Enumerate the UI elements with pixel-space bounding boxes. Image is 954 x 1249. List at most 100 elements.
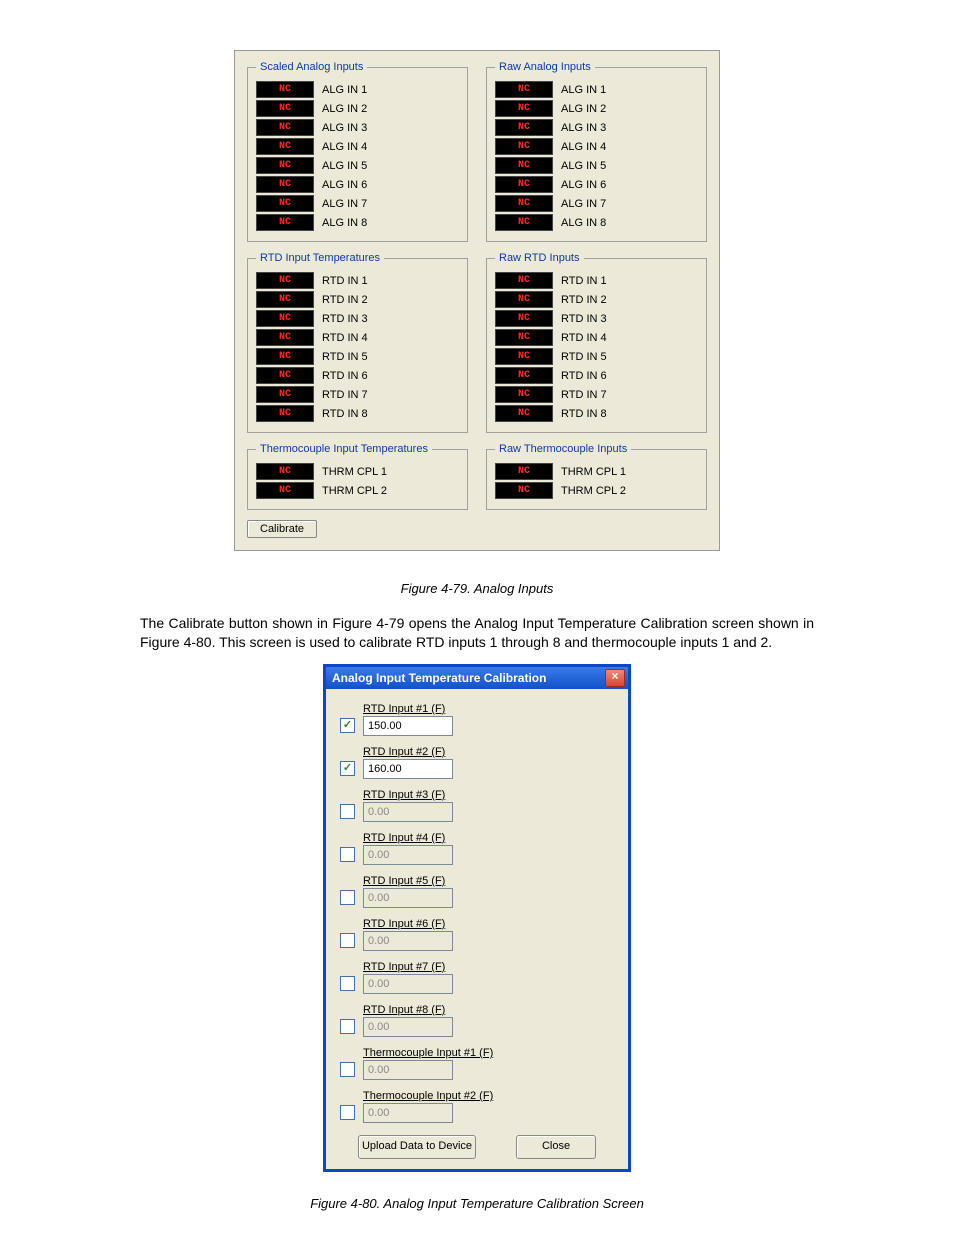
enable-checkbox[interactable] [340, 1062, 355, 1077]
field-row: RTD Input #1 (F)150.00 [340, 703, 614, 736]
enable-checkbox[interactable] [340, 1019, 355, 1034]
dialog-titlebar[interactable]: Analog Input Temperature Calibration × [326, 667, 628, 689]
readout-row: NC RTD IN 7 [256, 386, 459, 403]
readout-row: NCALG IN 5 [495, 157, 698, 174]
group-legend: Raw RTD Inputs [495, 252, 584, 264]
group-box: Thermocouple Input Temperatures NC THRM CP… [247, 443, 468, 510]
readout-label: ALG IN 5 [322, 160, 367, 172]
readout-row: NCRTD IN 1 [495, 272, 698, 289]
field-row: Thermocouple Input #1 (F)0.00 [340, 1047, 614, 1080]
readout-row: NCALG IN 5 [256, 157, 459, 174]
readout-row: NCRTD IN 1 [256, 272, 459, 289]
field-row: RTD Input #2 (F)160.00 [340, 746, 614, 779]
readout-label: RTD IN 5 [561, 351, 607, 363]
readout-value: NC [256, 367, 314, 384]
enable-checkbox[interactable] [340, 976, 355, 991]
readout-label: ALG IN 1 [561, 84, 606, 96]
group-legend: Scaled Analog Inputs [256, 61, 367, 73]
group-box: Raw Thermocouple Inputs NC THRM CPL 1 NC THR… [486, 443, 707, 510]
group-legend: Thermocouple Input Temperatures [256, 443, 432, 455]
readout-row: NCRTD IN 5 [256, 348, 459, 365]
readout-row: NCRTD IN 4 [256, 329, 459, 346]
readout-value: NC [256, 405, 314, 422]
readout-row: NCALG IN 7 [256, 195, 459, 212]
readout-label: ALG IN 7 [322, 198, 367, 210]
readout-value: NC [495, 176, 553, 193]
readout-value: NC [256, 386, 314, 403]
readout-value: NC [495, 329, 553, 346]
close-icon[interactable]: × [605, 669, 625, 687]
group-box: Raw RTD InputsNCRTD IN 1NCRTD IN 2NCRTD … [486, 252, 707, 433]
readout-row: NCRTD IN 6 [256, 367, 459, 384]
readout-label: RTD IN 3 [561, 313, 607, 325]
readout-label: THRM CPL 2 [561, 485, 626, 497]
value-input[interactable]: 160.00 [363, 759, 453, 779]
readout-label: THRM CPL 1 [561, 466, 626, 478]
readout-label: THRM CPL 1 [322, 466, 387, 478]
enable-checkbox[interactable] [340, 933, 355, 948]
readout-label: RTD IN 2 [561, 294, 607, 306]
value-input[interactable]: 150.00 [363, 716, 453, 736]
field-label: RTD Input #2 (F) [363, 746, 453, 758]
group-legend: Raw Analog Inputs [495, 61, 595, 73]
value-input: 0.00 [363, 931, 453, 951]
readout-label: ALG IN 3 [322, 122, 367, 134]
field-row: RTD Input #8 (F)0.00 [340, 1004, 614, 1037]
readout-label: ALG IN 8 [561, 217, 606, 229]
readout-value: NC [256, 482, 314, 499]
readout-value: NC [495, 405, 553, 422]
readout-value: NC [495, 367, 553, 384]
readout-label: ALG IN 6 [322, 179, 367, 191]
readout-label: RTD IN 6 [561, 370, 607, 382]
value-input: 0.00 [363, 974, 453, 994]
figure-caption-2: Figure 4-80. Analog Input Temperature Ca… [60, 1196, 894, 1211]
enable-checkbox[interactable] [340, 1105, 355, 1120]
para-t3: button shown in Figure 4-79 opens the An… [140, 615, 814, 650]
field-row: RTD Input #4 (F)0.00 [340, 832, 614, 865]
enable-checkbox[interactable] [340, 804, 355, 819]
readout-row: NC THRM CPL 1 [495, 463, 698, 480]
enable-checkbox[interactable] [340, 718, 355, 733]
readout-row: NCRTD IN 3 [256, 310, 459, 327]
readout-row: NCALG IN 4 [495, 138, 698, 155]
readout-value: NC [256, 310, 314, 327]
enable-checkbox[interactable] [340, 847, 355, 862]
readout-label: ALG IN 1 [322, 84, 367, 96]
para-t1: The [140, 615, 169, 631]
readout-value: NC [495, 214, 553, 231]
dialog-body: RTD Input #1 (F)150.00 RTD Input #2 (F)16… [326, 689, 628, 1169]
field-row: RTD Input #5 (F)0.00 [340, 875, 614, 908]
field-label: RTD Input #1 (F) [363, 703, 453, 715]
readout-value: NC [495, 482, 553, 499]
readout-row: NC ALG IN 6 [256, 176, 459, 193]
analog-inputs-panel: Scaled Analog InputsNCALG IN 1NCALG IN 2… [234, 50, 720, 551]
readout-row: NCALG IN 8 [256, 214, 459, 231]
readout-value: NC [495, 463, 553, 480]
readout-value: NC [495, 310, 553, 327]
readout-row: NCRTD IN 8 [495, 405, 698, 422]
upload-button[interactable]: Upload Data to Device [358, 1135, 476, 1159]
value-input: 0.00 [363, 1017, 453, 1037]
readout-row: NC RTD IN 8 [256, 405, 459, 422]
readout-value: NC [495, 100, 553, 117]
readout-label: ALG IN 6 [561, 179, 606, 191]
readout-value: NC [495, 119, 553, 136]
readout-label: RTD IN 2 [322, 294, 368, 306]
readout-label: ALG IN 4 [561, 141, 606, 153]
group-legend: Raw Thermocouple Inputs [495, 443, 631, 455]
field-label: RTD Input #4 (F) [363, 832, 453, 844]
readout-label: RTD IN 7 [322, 389, 368, 401]
group-box: Scaled Analog InputsNCALG IN 1NCALG IN 2… [247, 61, 468, 242]
readout-value: NC [256, 176, 314, 193]
readout-row: NCRTD IN 2 [256, 291, 459, 308]
readout-label: RTD IN 8 [322, 408, 368, 420]
readout-value: NC [495, 81, 553, 98]
enable-checkbox[interactable] [340, 761, 355, 776]
close-button[interactable]: Close [516, 1135, 596, 1159]
readout-value: NC [256, 272, 314, 289]
enable-checkbox[interactable] [340, 890, 355, 905]
value-input: 0.00 [363, 888, 453, 908]
calibrate-button[interactable]: Calibrate [247, 520, 317, 538]
field-row: RTD Input #7 (F)0.00 [340, 961, 614, 994]
readout-value: NC [256, 100, 314, 117]
